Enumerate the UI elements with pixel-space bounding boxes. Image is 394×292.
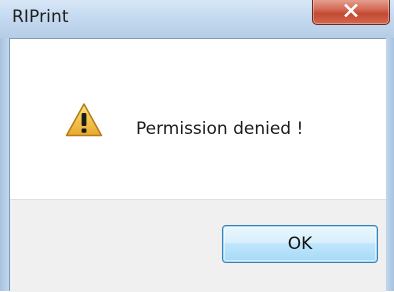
window-frame-right — [386, 38, 394, 291]
button-bar: OK — [10, 199, 386, 292]
window-title: RIPrint — [12, 7, 69, 27]
title-bar[interactable]: RIPrint — [0, 0, 394, 38]
dialog-body: Permission denied ! OK — [9, 38, 386, 292]
close-icon — [344, 4, 358, 17]
close-button[interactable] — [312, 0, 390, 25]
ok-button[interactable]: OK — [222, 225, 378, 263]
warning-icon — [65, 103, 103, 137]
window-frame-left — [0, 38, 9, 291]
message-text: Permission denied ! — [136, 119, 304, 139]
message-area: Permission denied ! — [10, 39, 386, 199]
dialog-window: RIPrint Permission denied ! OK — [0, 0, 394, 292]
